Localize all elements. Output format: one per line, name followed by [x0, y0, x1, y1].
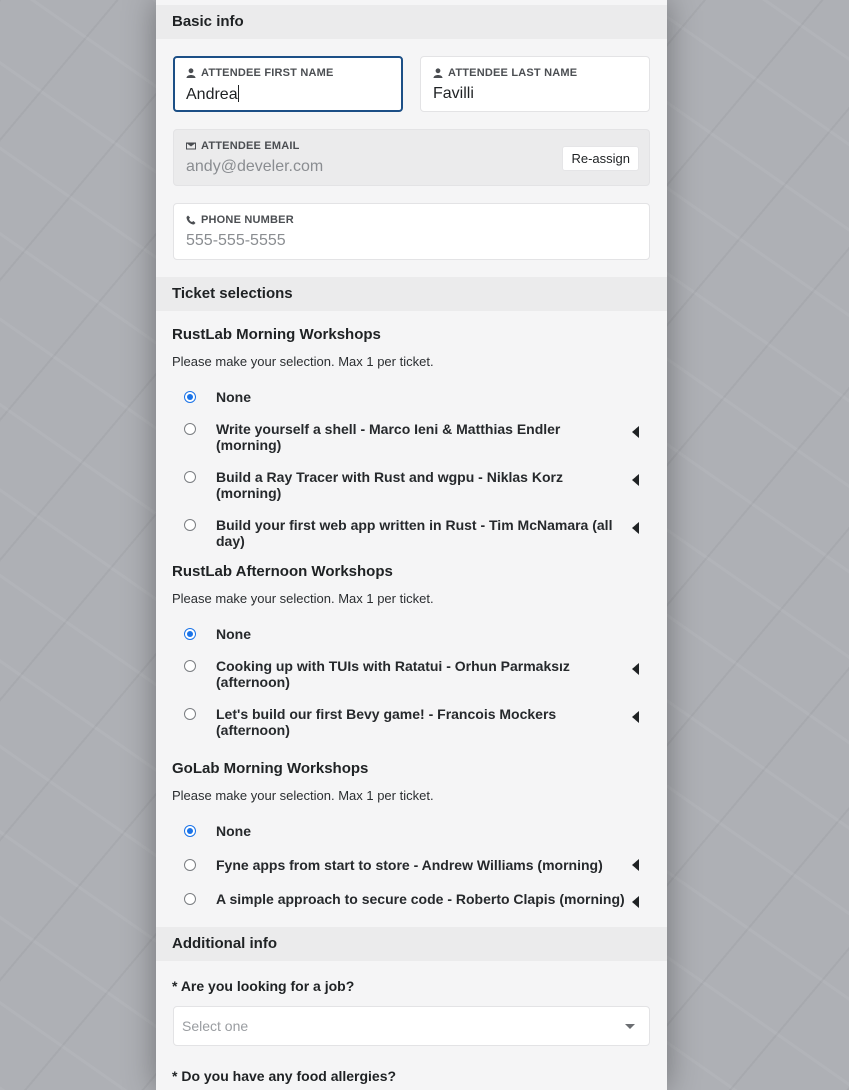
- radio-button[interactable]: [184, 391, 196, 403]
- option-label: Cooking up with TUIs with Ratatui - Orhu…: [216, 658, 570, 690]
- radio-option[interactable]: Fyne apps from start to store - Andrew W…: [156, 857, 667, 873]
- radio-button[interactable]: [184, 660, 196, 672]
- section-header-basic-info: Basic info: [156, 5, 667, 39]
- expand-arrow-icon[interactable]: [632, 711, 639, 723]
- email-field: ATTENDEE EMAIL andy@develer.com Re-assig…: [173, 129, 650, 186]
- first-name-label: ATTENDEE FIRST NAME: [201, 67, 334, 79]
- option-label: None: [216, 389, 251, 405]
- reassign-button[interactable]: Re-assign: [562, 146, 639, 171]
- allergies-question-label: * Do you have any food allergies?: [172, 1068, 397, 1084]
- option-label: Fyne apps from start to store - Andrew W…: [216, 857, 603, 873]
- option-label: None: [216, 626, 251, 642]
- option-label: Let's build our first Bevy game! - Franc…: [216, 706, 557, 738]
- job-select[interactable]: Select one: [173, 1006, 650, 1046]
- expand-arrow-icon[interactable]: [632, 474, 639, 486]
- section-header-additional-info: Additional info: [156, 927, 667, 961]
- phone-input[interactable]: 555-555-5555: [186, 232, 637, 250]
- option-label: Write yourself a shell - Marco Ieni & Ma…: [216, 421, 561, 453]
- chevron-down-icon: [625, 1024, 635, 1029]
- group-hint: Please make your selection. Max 1 per ti…: [172, 591, 434, 606]
- group-hint: Please make your selection. Max 1 per ti…: [172, 788, 434, 803]
- expand-arrow-icon[interactable]: [632, 896, 639, 908]
- user-icon: [433, 68, 443, 78]
- radio-option[interactable]: Write yourself a shell - Marco Ieni & Ma…: [156, 421, 667, 453]
- attendee-form-panel: Basic info ATTENDEE FIRST NAME Andrea AT…: [156, 0, 667, 1090]
- phone-field[interactable]: PHONE NUMBER 555-555-5555: [173, 203, 650, 260]
- envelope-icon: [186, 142, 196, 150]
- group-title-rustlab-morning: RustLab Morning Workshops: [172, 326, 381, 343]
- job-select-placeholder: Select one: [182, 1018, 249, 1034]
- option-label: A simple approach to secure code - Rober…: [216, 891, 625, 907]
- group-hint: Please make your selection. Max 1 per ti…: [172, 354, 434, 369]
- job-question-label: * Are you looking for a job?: [172, 978, 355, 994]
- text-caret: [237, 85, 239, 102]
- radio-button[interactable]: [184, 519, 196, 531]
- radio-option[interactable]: None: [156, 626, 667, 642]
- radio-button[interactable]: [184, 859, 196, 871]
- radio-button[interactable]: [184, 471, 196, 483]
- expand-arrow-icon[interactable]: [632, 859, 639, 871]
- email-label: ATTENDEE EMAIL: [201, 140, 300, 152]
- radio-option[interactable]: A simple approach to secure code - Rober…: [156, 891, 667, 908]
- radio-button[interactable]: [184, 423, 196, 435]
- option-label: Build your first web app written in Rust…: [216, 517, 613, 549]
- radio-button[interactable]: [184, 893, 196, 905]
- radio-button[interactable]: [184, 825, 196, 837]
- radio-option[interactable]: Let's build our first Bevy game! - Franc…: [156, 706, 667, 738]
- first-name-field[interactable]: ATTENDEE FIRST NAME Andrea: [173, 56, 403, 112]
- section-header-ticket-selections: Ticket selections: [156, 277, 667, 311]
- radio-option[interactable]: Build a Ray Tracer with Rust and wgpu - …: [156, 469, 667, 501]
- user-icon: [186, 68, 196, 78]
- last-name-field[interactable]: ATTENDEE LAST NAME Favilli: [420, 56, 650, 112]
- radio-option[interactable]: None: [156, 389, 667, 405]
- radio-option[interactable]: Cooking up with TUIs with Ratatui - Orhu…: [156, 658, 667, 690]
- expand-arrow-icon[interactable]: [632, 663, 639, 675]
- option-label: None: [216, 823, 251, 839]
- group-title-rustlab-afternoon: RustLab Afternoon Workshops: [172, 563, 393, 580]
- group-title-golab-morning: GoLab Morning Workshops: [172, 760, 369, 777]
- radio-button[interactable]: [184, 708, 196, 720]
- expand-arrow-icon[interactable]: [632, 522, 639, 534]
- radio-button[interactable]: [184, 628, 196, 640]
- last-name-value: Favilli: [433, 85, 474, 102]
- last-name-label: ATTENDEE LAST NAME: [448, 67, 578, 79]
- expand-arrow-icon[interactable]: [632, 426, 639, 438]
- option-label: Build a Ray Tracer with Rust and wgpu - …: [216, 469, 563, 501]
- radio-option[interactable]: None: [156, 823, 667, 839]
- first-name-value: Andrea: [186, 86, 238, 103]
- phone-icon: [186, 215, 196, 225]
- phone-label: PHONE NUMBER: [201, 214, 294, 226]
- radio-option[interactable]: Build your first web app written in Rust…: [156, 517, 667, 549]
